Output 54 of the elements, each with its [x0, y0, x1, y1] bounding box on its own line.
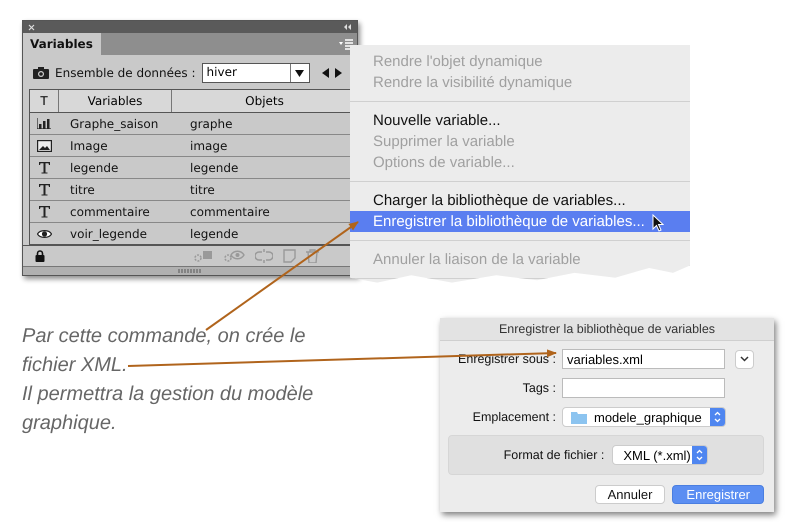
column-header: T — [30, 90, 59, 112]
object-cell-text: commentaire — [189, 204, 271, 220]
dialog-title: Enregistrer la bibliothèque de variables — [440, 318, 774, 341]
dataset-dropdown[interactable]: hiver — [202, 63, 310, 83]
panel-tab[interactable]: Variables — [23, 33, 101, 55]
previous-icon[interactable] — [322, 68, 329, 78]
resize-grip-icon[interactable] — [178, 269, 202, 273]
field-label: Tags : — [522, 381, 557, 395]
location-dropdown[interactable]: modele_graphique — [562, 407, 726, 427]
field-label: Format de fichier : — [504, 448, 604, 462]
chevron-down-icon — [740, 356, 749, 362]
variable-cell-text: legende — [69, 160, 120, 176]
annotation-text: Il permettra la gestion du modèle graphique. — [22, 382, 314, 436]
trash-icon[interactable] — [306, 249, 319, 263]
eye-icon — [36, 228, 52, 238]
variable-cell-text: voir_legende — [69, 226, 148, 243]
text-icon — [38, 205, 50, 218]
format-dropdown[interactable]: XML (*.xml) — [612, 445, 708, 465]
collapse-icon[interactable] — [343, 24, 352, 30]
annotation-text: Par cette commande, on crée le fichier XML. — [22, 324, 306, 378]
caret-down-icon — [295, 70, 304, 76]
dataset-label: Ensemble de données : — [55, 66, 196, 80]
tags-field[interactable] — [562, 378, 725, 398]
lock-icon[interactable] — [35, 250, 45, 262]
next-icon[interactable] — [334, 68, 342, 78]
menu-item[interactable]: Charger la bibliothèque de variables... — [350, 190, 690, 211]
text-icon — [38, 183, 50, 196]
object-cell-text: graphe — [189, 116, 234, 132]
object-cell-text: legende — [189, 160, 240, 176]
up-down-arrows-icon — [696, 449, 704, 461]
bar-chart-icon — [37, 118, 51, 129]
up-down-arrows-icon — [714, 411, 721, 423]
column-header: Objets — [244, 93, 285, 110]
variable-cell-text: commentaire — [69, 204, 151, 220]
object-cell-text: titre — [189, 182, 216, 198]
camera-icon — [33, 67, 49, 79]
text-icon — [38, 161, 50, 174]
folder-icon — [571, 410, 587, 424]
expand-button[interactable] — [735, 350, 754, 368]
menu-item[interactable]: Enregistrer la bibliothèque de variables... — [350, 211, 690, 232]
variable-cell-text: Graphe_saison — [69, 116, 160, 133]
object-cell-text: image — [189, 138, 228, 154]
field-label: Enregistrer sous : — [457, 352, 557, 366]
column-header: Variables — [59, 90, 172, 112]
menu-item[interactable]: Nouvelle variable... — [350, 110, 690, 131]
cancel-button[interactable]: Annuler — [594, 485, 666, 504]
mouse-cursor-icon — [652, 214, 664, 232]
field-label: Emplacement : — [472, 410, 557, 424]
close-icon[interactable] — [28, 24, 35, 30]
filename-field[interactable]: variables.xml — [562, 349, 725, 369]
variable-cell-text: titre — [69, 182, 96, 198]
variable-cell-text: Image — [69, 138, 109, 154]
image-icon — [36, 140, 52, 152]
object-cell-text: legende — [189, 226, 240, 242]
